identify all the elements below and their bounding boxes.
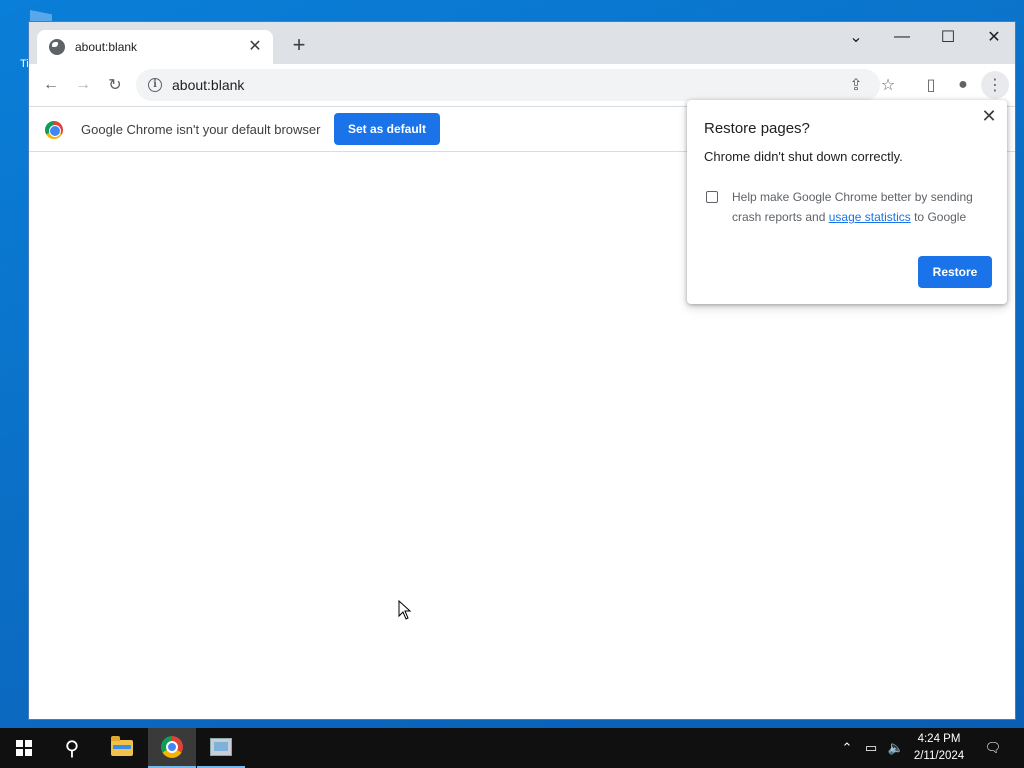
start-button[interactable] — [0, 728, 48, 768]
chrome-taskbar-button[interactable] — [148, 728, 196, 768]
address-bar[interactable]: i about:blank ⇪ ☆ — [136, 69, 895, 101]
tab-title: about:blank — [75, 40, 138, 54]
reload-button[interactable]: ↻ — [101, 71, 129, 99]
dialog-close-icon[interactable]: ✕ — [979, 106, 999, 126]
app-window-icon — [210, 738, 232, 756]
chrome-window: about:blank ✕ + ⌄ — ☐ ✕ ← → ↻ i about:bl… — [28, 21, 1016, 720]
crash-report-label: Help make Google Chrome better by sendin… — [732, 187, 992, 227]
close-window-button[interactable]: ✕ — [971, 22, 1015, 52]
site-info-icon[interactable]: i — [148, 78, 162, 92]
dialog-message: Chrome didn't shut down correctly. — [704, 149, 903, 164]
globe-icon — [49, 39, 65, 55]
new-tab-button[interactable]: + — [287, 34, 311, 58]
bookmark-star-icon[interactable]: ☆ — [876, 73, 900, 97]
network-icon[interactable]: ▭ — [860, 728, 882, 768]
notifications-icon[interactable]: 🗨 — [978, 728, 1008, 768]
set-as-default-button[interactable]: Set as default — [334, 113, 440, 145]
system-clock[interactable]: 4:24 PM 2/11/2024 — [906, 728, 972, 768]
clock-date: 2/11/2024 — [913, 750, 965, 762]
address-url[interactable]: about:blank — [172, 77, 244, 93]
maximize-button[interactable]: ☐ — [925, 22, 971, 52]
chrome-logo-icon — [45, 121, 63, 139]
forward-button[interactable]: → — [69, 71, 97, 99]
consent-text-suffix: to Google — [910, 210, 967, 224]
show-hidden-icons-chevron-icon[interactable]: ⌃ — [836, 728, 858, 768]
clock-time: 4:24 PM — [917, 733, 961, 745]
tab-strip: about:blank ✕ + ⌄ — ☐ ✕ — [29, 22, 1015, 64]
profile-button[interactable]: ● — [949, 71, 977, 99]
windows-logo-icon — [16, 740, 32, 756]
usage-statistics-link[interactable]: usage statistics — [829, 210, 911, 224]
chrome-menu-button[interactable]: ⋮ — [981, 71, 1009, 99]
search-icon[interactable]: ⚲ — [48, 728, 96, 768]
file-explorer-button[interactable] — [98, 728, 146, 768]
infobar-message: Google Chrome isn't your default browser — [81, 122, 321, 137]
volume-muted-icon[interactable]: 🔈 — [884, 728, 908, 768]
tab-close-icon[interactable]: ✕ — [247, 39, 263, 55]
tab-search-button[interactable]: ⌄ — [833, 22, 879, 52]
minimize-button[interactable]: — — [879, 22, 925, 52]
crash-report-checkbox[interactable] — [706, 191, 718, 203]
tab-about-blank[interactable]: about:blank ✕ — [37, 30, 273, 64]
restore-pages-dialog: ✕ Restore pages? Chrome didn't shut down… — [687, 100, 1007, 304]
chrome-icon — [161, 736, 183, 758]
share-icon[interactable]: ⇪ — [844, 73, 868, 97]
restore-button[interactable]: Restore — [918, 256, 992, 288]
app-taskbar-button[interactable] — [197, 728, 245, 768]
back-button[interactable]: ← — [37, 71, 65, 99]
side-panel-button[interactable]: ▯ — [917, 71, 945, 99]
folder-icon — [111, 736, 133, 756]
dialog-title: Restore pages? — [704, 120, 810, 137]
mouse-cursor-icon — [398, 600, 412, 620]
taskbar: ⚲ ⌃ ▭ 🔈 4:24 PM 2/11/2024 🗨 — [0, 728, 1024, 768]
